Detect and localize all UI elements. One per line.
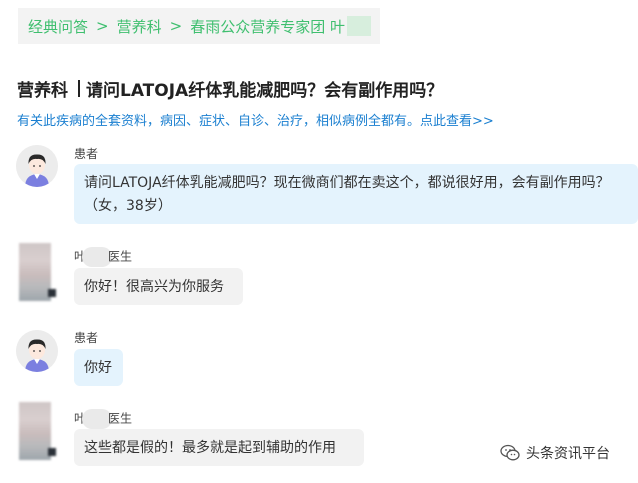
question-title-row: 营养科 请问LATOJA纤体乳能减肥吗？会有副作用吗？ xyxy=(17,76,443,101)
patient-message-bubble: 请问LATOJA纤体乳能减肥吗？现在微商们都在卖这个，都说很好用，会有副作用吗？… xyxy=(74,164,638,224)
doctor-message-bubble: 你好！很高兴为你服务 xyxy=(74,268,243,305)
speaker-label: 叶医生 xyxy=(74,409,132,429)
title-divider xyxy=(78,80,80,97)
patient-avatar-icon xyxy=(16,145,58,187)
doctor-avatar-dot xyxy=(48,448,56,456)
doctor-avatar-dot xyxy=(48,289,56,297)
disease-info-link[interactable]: 有关此疾病的全套资料，病因、症状、自诊、治疗，相似病例全都有。点此查看>> xyxy=(17,110,494,129)
doctor-avatar xyxy=(19,402,56,460)
breadcrumb-item-doctor[interactable]: 春雨公众营养专家团 叶 xyxy=(190,16,345,37)
doctor-message-bubble: 这些都是假的！最多就是起到辅助的作用 xyxy=(74,429,364,466)
speaker-label: 患者 xyxy=(74,331,99,345)
wechat-icon xyxy=(500,444,520,461)
patient-avatar xyxy=(16,330,58,372)
patient-message-bubble: 你好 xyxy=(74,349,123,386)
doctor-avatar xyxy=(19,243,56,301)
breadcrumb-item-department[interactable]: 营养科 xyxy=(117,16,162,37)
patient-avatar-icon xyxy=(16,330,58,372)
question-department: 营养科 xyxy=(17,81,68,101)
question-title: 请问LATOJA纤体乳能减肥吗？会有副作用吗？ xyxy=(86,81,444,101)
breadcrumb-separator: > xyxy=(169,17,183,35)
breadcrumb-item-qa[interactable]: 经典问答 xyxy=(28,16,88,37)
breadcrumb: 经典问答 > 营养科 > 春雨公众营养专家团 叶 xyxy=(18,8,380,44)
doctor-name-suffix: 医生 xyxy=(108,411,133,426)
watermark-text: 头条资讯平台 xyxy=(526,446,610,462)
watermark: 头条资讯平台 xyxy=(500,443,610,463)
speaker-label: 患者 xyxy=(74,147,99,161)
redacted-name-blur xyxy=(346,16,371,36)
speaker-label: 叶医生 xyxy=(74,247,132,267)
doctor-name-suffix: 医生 xyxy=(108,249,133,264)
breadcrumb-separator: > xyxy=(96,17,109,35)
patient-avatar xyxy=(16,145,58,187)
